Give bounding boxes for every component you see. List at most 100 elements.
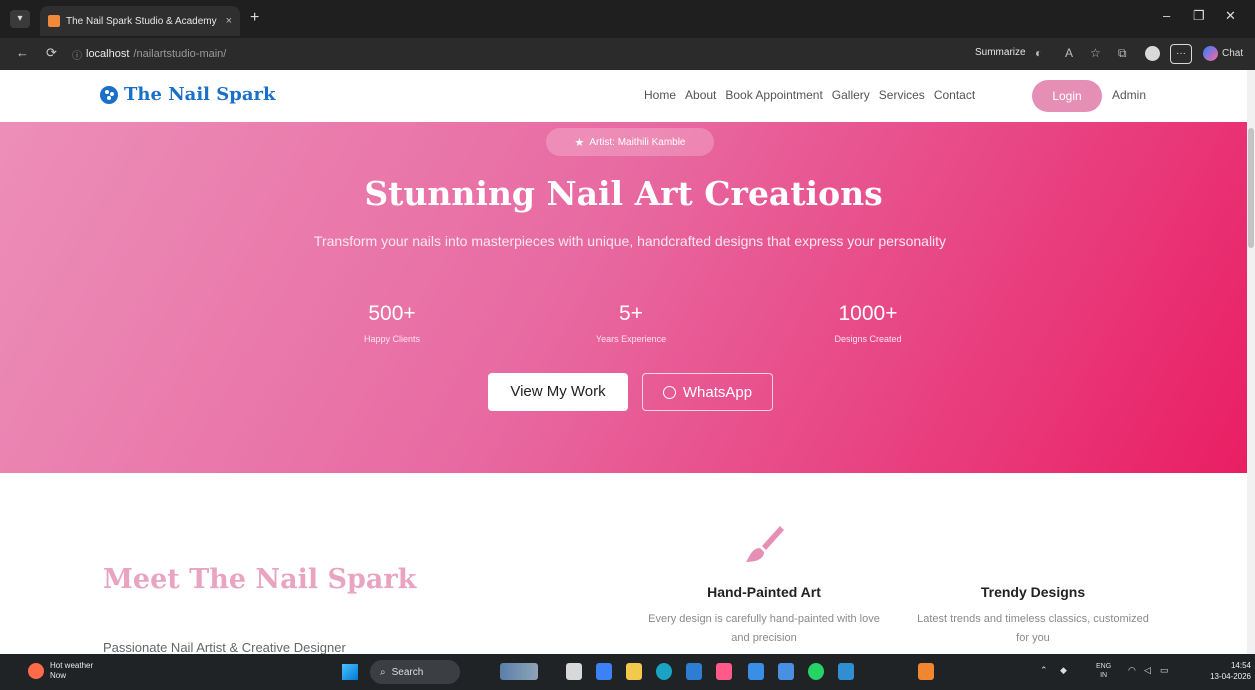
summarize-icon[interactable]: ◐	[1035, 46, 1042, 60]
whatsapp-app-icon[interactable]	[808, 663, 824, 680]
restore-icon[interactable]: ❐	[1193, 8, 1205, 24]
stat-label: Designs Created	[834, 334, 902, 344]
site-info-icon[interactable]: ⓘ	[72, 47, 82, 62]
brand-name: The Nail Spark	[124, 84, 276, 105]
feature-description: Every design is carefully hand-painted w…	[648, 613, 880, 644]
taskbar-search-label: Search	[391, 666, 424, 678]
login-button[interactable]: Login	[1032, 80, 1102, 112]
back-icon[interactable]: ←	[16, 45, 29, 60]
weather-title: Hot weather	[50, 661, 94, 670]
view-my-work-button[interactable]: View My Work	[488, 373, 628, 411]
summarize-button[interactable]: Summarize	[975, 47, 1026, 58]
copilot-label[interactable]: Chat	[1222, 48, 1243, 59]
taskbar-search[interactable]: ⌕ Search	[370, 660, 460, 684]
weather-sun-icon	[28, 663, 44, 679]
wifi-icon[interactable]: ◠	[1128, 665, 1136, 676]
hero-title: Stunning Nail Art Creations	[364, 174, 883, 213]
nav-about[interactable]: About	[685, 88, 716, 102]
clock-time: 14:54	[1230, 661, 1251, 670]
page-viewport: The Nail Spark Home About Book Appointme…	[0, 70, 1247, 654]
volume-icon[interactable]: ◁	[1144, 665, 1151, 676]
stat-value: 1000+	[838, 302, 898, 325]
url-path: /nailartstudio-main/	[133, 48, 227, 60]
edge-browser-icon[interactable]	[656, 663, 672, 680]
weather-sub: Now	[50, 671, 67, 680]
minimize-icon[interactable]: –	[1163, 8, 1170, 23]
favorite-star-icon[interactable]: ☆	[1090, 46, 1101, 60]
artist-badge: ★ Artist: Maithili Kamble	[546, 128, 714, 156]
app-icon-pink[interactable]	[716, 663, 732, 680]
meet-section-subtitle: Passionate Nail Artist & Creative Design…	[103, 640, 346, 654]
profile-avatar-icon[interactable]	[1145, 46, 1160, 61]
browser-address-bar: ← ⟳ ⓘ localhost/nailartstudio-main/ Summ…	[0, 38, 1255, 70]
os-taskbar: Hot weather Now ⌕ Search ⌃ ◆ ENG IN ◠ ◁ …	[0, 654, 1255, 690]
site-favicon-icon	[48, 15, 60, 27]
weather-widget[interactable]: Hot weather Now	[28, 661, 93, 681]
site-header: The Nail Spark Home About Book Appointme…	[0, 70, 1247, 122]
app-icon-blue[interactable]	[748, 663, 764, 680]
language-indicator[interactable]: ENG IN	[1096, 662, 1111, 680]
tab-actions-menu-icon[interactable]: ▾	[10, 10, 30, 28]
url-input[interactable]: ⓘ localhost/nailartstudio-main/	[66, 43, 946, 65]
language-code: ENG	[1096, 663, 1112, 670]
admin-link[interactable]: Admin	[1112, 88, 1146, 102]
tab-title: The Nail Spark Studio & Academy	[66, 15, 217, 27]
palette-icon	[100, 85, 118, 104]
hero-subtitle: Transform your nails into masterpieces w…	[313, 233, 947, 249]
whatsapp-icon	[662, 385, 676, 399]
battery-icon[interactable]: ▭	[1160, 665, 1169, 676]
nav-book-appointment[interactable]: Book Appointment	[725, 88, 822, 102]
clock-date: 13-04-2026	[1210, 672, 1251, 681]
settings-more-button[interactable]: ···	[1170, 44, 1192, 64]
close-tab-icon[interactable]: ×	[226, 15, 232, 27]
copilot-icon[interactable]	[1203, 46, 1218, 61]
task-view-icon[interactable]	[500, 663, 538, 680]
stat-value: 5+	[619, 302, 643, 325]
stat-designs-created: 1000+ Designs Created	[793, 302, 943, 344]
nav-gallery[interactable]: Gallery	[832, 88, 870, 102]
chat-app-icon[interactable]	[566, 663, 582, 680]
system-clock[interactable]: 14:54 13-04-2026	[1209, 660, 1251, 682]
browser-tab-strip: ▾ The Nail Spark Studio & Academy × + – …	[0, 0, 1255, 38]
read-aloud-icon[interactable]: A	[1065, 46, 1073, 60]
search-icon: ⌕	[380, 666, 386, 678]
page-scrollbar[interactable]	[1247, 70, 1255, 654]
region-code: IN	[1100, 672, 1108, 679]
app-icon-orange[interactable]	[918, 663, 934, 680]
stat-label: Years Experience	[595, 334, 667, 344]
brand-logo[interactable]: The Nail Spark	[100, 84, 275, 105]
collections-icon[interactable]: ⧉	[1118, 46, 1127, 61]
stat-happy-clients: 500+ Happy Clients	[317, 302, 467, 344]
feature-hand-painted: Hand-Painted Art Every design is careful…	[644, 584, 884, 648]
star-icon: ★	[574, 136, 585, 149]
tray-app-icon[interactable]: ◆	[1060, 665, 1067, 676]
file-explorer-icon[interactable]	[626, 663, 642, 680]
app-icon-photos[interactable]	[838, 663, 854, 680]
feature-trendy-designs: Trendy Designs Latest trends and timeles…	[913, 584, 1153, 648]
stat-label: Happy Clients	[363, 334, 421, 344]
hero-section: ★ Artist: Maithili Kamble Stunning Nail …	[0, 122, 1247, 473]
artist-badge-label: Artist: Maithili Kamble	[589, 136, 686, 148]
stat-value: 500+	[368, 302, 416, 325]
nav-services[interactable]: Services	[879, 88, 925, 102]
refresh-icon[interactable]: ⟳	[46, 45, 57, 61]
copilot-app-icon[interactable]	[596, 663, 612, 680]
scrollbar-thumb[interactable]	[1248, 128, 1254, 248]
app-icon-mail[interactable]	[778, 663, 794, 680]
feature-title: Trendy Designs	[980, 584, 1086, 600]
stat-years-experience: 5+ Years Experience	[556, 302, 706, 344]
url-host: localhost	[86, 48, 130, 60]
whatsapp-button-label: WhatsApp	[682, 383, 753, 401]
tray-chevron-icon[interactable]: ⌃	[1040, 665, 1048, 676]
new-tab-button[interactable]: +	[250, 9, 259, 27]
close-window-icon[interactable]: ✕	[1225, 8, 1236, 24]
main-nav: Home About Book Appointment Gallery Serv…	[644, 88, 975, 102]
nav-contact[interactable]: Contact	[934, 88, 975, 102]
windows-start-icon[interactable]	[342, 664, 358, 680]
nav-home[interactable]: Home	[644, 88, 676, 102]
meet-section-title: Meet The Nail Spark	[103, 564, 417, 595]
browser-tab[interactable]: The Nail Spark Studio & Academy ×	[40, 6, 240, 36]
whatsapp-button[interactable]: WhatsApp	[642, 373, 773, 411]
store-icon[interactable]	[686, 663, 702, 680]
feature-title: Hand-Painted Art	[707, 584, 821, 600]
